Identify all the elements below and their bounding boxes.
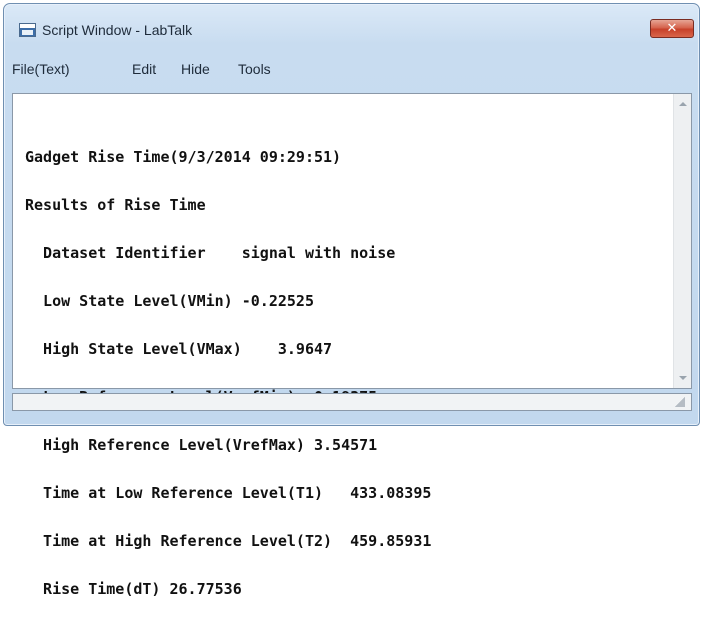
output-line: Gadget Rise Time(9/3/2014 09:29:51) — [25, 148, 342, 166]
vertical-scrollbar[interactable] — [673, 94, 691, 388]
output-line: High State Level(VMax) 3.9647 — [25, 340, 333, 358]
output-line: Time at High Reference Level(T2) 459.859… — [25, 532, 432, 550]
menu-hide[interactable]: Hide — [181, 61, 210, 77]
menu-bar: File(Text) Edit Hide Tools — [12, 61, 691, 83]
script-window: Script Window - LabTalk ✕ File(Text) Edi… — [3, 3, 700, 597]
window-app-icon — [19, 23, 36, 37]
status-bar — [12, 393, 692, 411]
title-bar[interactable]: Script Window - LabTalk ✕ — [4, 4, 699, 38]
close-button[interactable]: ✕ — [650, 19, 694, 38]
close-icon: ✕ — [666, 21, 678, 36]
output-line: Results of Rise Time — [25, 196, 206, 214]
output-line: Dataset Identifier signal with noise — [25, 244, 396, 262]
window-title: Script Window - LabTalk — [42, 22, 193, 38]
scroll-down-arrow-icon[interactable] — [679, 376, 687, 380]
menu-edit[interactable]: Edit — [132, 61, 156, 77]
script-text-area[interactable]: Gadget Rise Time(9/3/2014 09:29:51) Resu… — [13, 94, 674, 597]
scroll-up-arrow-icon[interactable] — [679, 102, 687, 106]
script-editor[interactable]: Gadget Rise Time(9/3/2014 09:29:51) Resu… — [12, 93, 692, 597]
menu-file-text[interactable]: File(Text) — [12, 61, 70, 77]
output-line: Rise Time(dT) 26.77536 — [25, 580, 242, 598]
output-line: Low State Level(VMin) -0.22525 — [25, 292, 314, 310]
output-line: High Reference Level(VrefMax) 3.54571 — [25, 436, 378, 454]
menu-tools[interactable]: Tools — [238, 61, 271, 77]
resize-grip-icon[interactable] — [675, 397, 685, 407]
output-line: Time at Low Reference Level(T1) 433.0839… — [25, 484, 432, 502]
